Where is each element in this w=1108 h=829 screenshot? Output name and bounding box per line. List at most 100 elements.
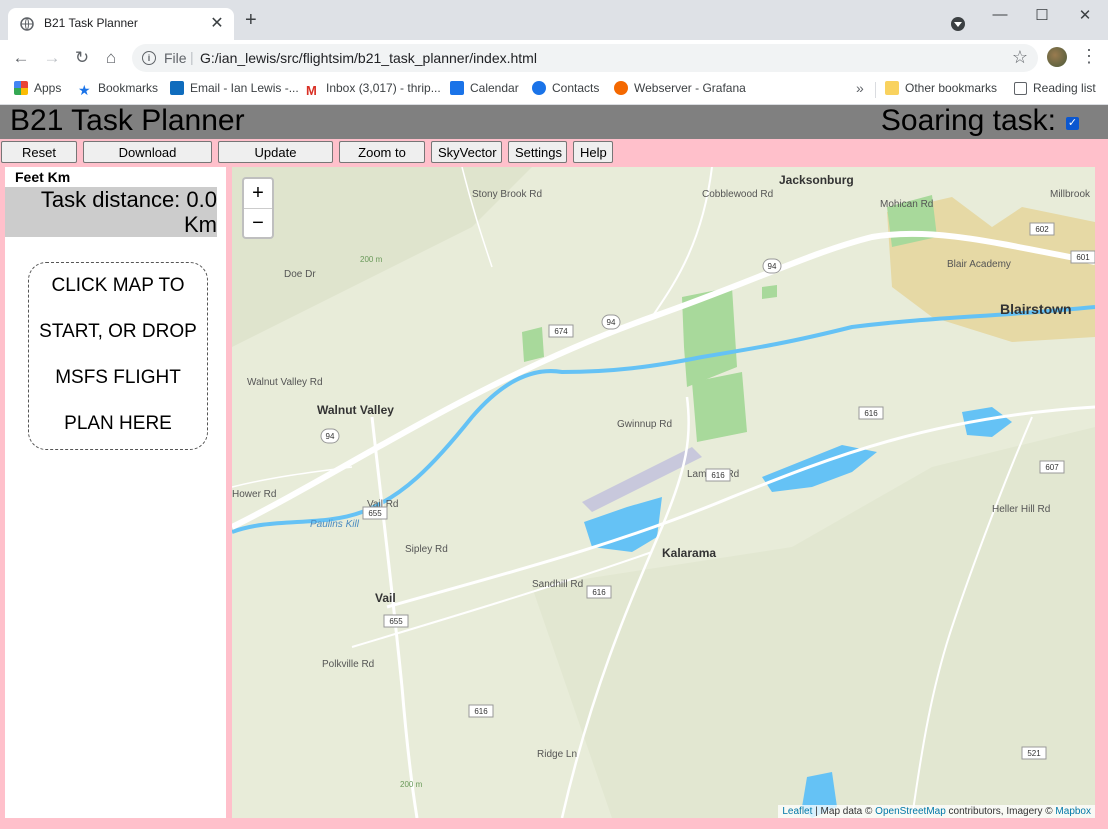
home-button[interactable]: ⌂	[101, 48, 121, 68]
profile-avatar[interactable]	[1047, 47, 1067, 67]
bookmark-star-icon[interactable]: ☆	[1012, 47, 1028, 68]
task-distance-label: Task distance: 0.0	[40, 187, 217, 212]
route-shield: 602	[1035, 225, 1049, 234]
bookmarks-divider	[875, 82, 876, 98]
route-shield: 94	[768, 262, 777, 271]
road-millbrook: Millbrook	[1050, 189, 1091, 200]
browser-toolbar: ← → ↻ ⌂ i File | G:/ian_lewis/src/flight…	[0, 40, 1108, 76]
mapbox-link[interactable]: Mapbox	[1055, 806, 1091, 817]
folder-icon	[885, 81, 899, 95]
route-shield: 94	[607, 318, 616, 327]
map-view[interactable]: Jacksonburg Blairstown Walnut Valley Kal…	[232, 167, 1095, 818]
outlook-icon	[170, 81, 184, 95]
forward-button[interactable]: →	[42, 48, 62, 68]
bookmark-other[interactable]: Other bookmarks	[885, 81, 997, 95]
road-sipley: Sipley Rd	[405, 544, 448, 555]
route-shield: 616	[711, 471, 725, 480]
task-distance: Task distance: 0.0 Km	[5, 187, 217, 237]
road-polkville: Polkville Rd	[322, 659, 374, 670]
road-mohican: Mohican Rd	[880, 199, 933, 210]
dropzone-line: MSFS FLIGHT	[55, 367, 181, 388]
dropzone-line: CLICK MAP TO	[51, 275, 185, 296]
tab-search-icon[interactable]	[951, 17, 965, 31]
help-button[interactable]: Help	[573, 141, 613, 163]
attribution-mapdata: Map data ©	[820, 806, 876, 817]
back-button[interactable]: ←	[11, 48, 31, 68]
scheme-label: File	[164, 50, 187, 66]
bookmark-contacts[interactable]: Contacts	[532, 81, 599, 95]
update-elevations-button[interactable]: Update elevations	[218, 141, 333, 180]
road-ridge-ln: Ridge Ln	[537, 749, 577, 760]
contacts-icon	[532, 81, 546, 95]
reload-button[interactable]: ↻	[72, 48, 92, 68]
place-jacksonburg: Jacksonburg	[779, 173, 854, 187]
road-cobblewood: Cobblewood Rd	[702, 189, 773, 200]
zoom-to-task-button[interactable]: Zoom to task	[339, 141, 425, 180]
task-sidebar: Feet Km Task distance: 0.0 Km CLICK MAP …	[5, 167, 226, 818]
skyvector-button[interactable]: SkyVector	[431, 141, 502, 163]
omnibox-separator: |	[190, 49, 194, 65]
leaflet-link[interactable]: Leaflet	[782, 806, 812, 817]
browser-tab[interactable]: B21 Task Planner ✕	[8, 8, 234, 40]
bookmark-bookmarks[interactable]: ★ Bookmarks	[78, 81, 158, 97]
place-blairstown: Blairstown	[1000, 301, 1072, 317]
bookmark-grafana[interactable]: Webserver - Grafana	[614, 81, 746, 95]
dropzone-line: START, OR DROP	[39, 321, 197, 342]
reading-list-icon	[1014, 82, 1027, 95]
flightplan-dropzone[interactable]: CLICK MAP TO START, OR DROP MSFS FLIGHT …	[28, 262, 208, 450]
osm-link[interactable]: OpenStreetMap	[875, 806, 946, 817]
grafana-icon	[614, 81, 628, 95]
maximize-button[interactable]: ☐	[1032, 6, 1052, 24]
bookmark-calendar[interactable]: Calendar	[450, 81, 519, 95]
tab-title: B21 Task Planner	[44, 16, 138, 30]
route-shield: 521	[1027, 749, 1041, 758]
route-shield: 655	[389, 617, 403, 626]
soaring-task-checkbox[interactable]: ✓	[1066, 117, 1079, 130]
bookmarks-overflow-icon[interactable]: »	[856, 80, 864, 96]
bookmark-email[interactable]: Email - Ian Lewis -...	[170, 81, 299, 95]
road-doe-dr: Doe Dr	[284, 269, 316, 280]
download-flightplan-button[interactable]: Download FlightPlan	[83, 141, 212, 180]
app-header: B21 Task Planner Soaring task: ✓	[0, 104, 1108, 139]
zoom-in-button[interactable]: +	[244, 179, 272, 209]
gmail-icon: M	[306, 83, 317, 98]
tab-close-icon[interactable]: ✕	[208, 13, 226, 33]
url-text[interactable]: G:/ian_lewis/src/flightsim/b21_task_plan…	[200, 50, 537, 66]
road-sandhill: Sandhill Rd	[532, 579, 583, 590]
route-shield: 607	[1045, 463, 1059, 472]
address-bar[interactable]: i File | G:/ian_lewis/src/flightsim/b21_…	[132, 44, 1038, 72]
site-info-icon[interactable]: i	[142, 51, 156, 65]
contour-label: 200 m	[360, 255, 383, 264]
apps-grid-icon	[14, 81, 28, 95]
route-shield: 601	[1076, 253, 1090, 262]
road-gwinnup: Gwinnup Rd	[617, 419, 672, 430]
bookmark-apps[interactable]: Apps	[14, 81, 61, 95]
route-shield: 655	[368, 509, 382, 518]
place-kalarama: Kalarama	[662, 546, 716, 560]
zoom-out-button[interactable]: −	[244, 209, 272, 238]
route-shield: 674	[554, 327, 568, 336]
road-walnut-valley: Walnut Valley Rd	[247, 377, 323, 388]
reset-task-button[interactable]: Reset Task	[1, 141, 77, 180]
route-shield: 616	[474, 707, 488, 716]
bookmark-inbox[interactable]: M Inbox (3,017) - thrip...	[306, 81, 441, 98]
reading-list[interactable]: Reading list	[1014, 81, 1096, 95]
place-walnut-valley: Walnut Valley	[317, 403, 394, 417]
globe-icon	[20, 17, 34, 31]
route-shield: 94	[326, 432, 335, 441]
browser-menu-icon[interactable]: ⋮	[1080, 46, 1098, 67]
route-shield: 616	[864, 409, 878, 418]
map-attribution: Leaflet | Map data © OpenStreetMap contr…	[778, 805, 1095, 818]
road-heller-hill: Heller Hill Rd	[992, 504, 1050, 515]
dropzone-line: PLAN HERE	[64, 413, 172, 434]
calendar-icon	[450, 81, 464, 95]
new-tab-button[interactable]: +	[245, 10, 257, 30]
window-close-button[interactable]: ✕	[1075, 6, 1095, 24]
settings-button[interactable]: Settings	[508, 141, 567, 163]
units-toggle[interactable]: Feet Km	[15, 169, 70, 185]
soaring-task-label: Soaring task:	[880, 104, 1056, 137]
road-hower: Hower Rd	[232, 489, 276, 500]
minimize-button[interactable]: —	[990, 6, 1010, 23]
star-icon: ★	[78, 82, 91, 98]
place-blair-academy: Blair Academy	[947, 259, 1011, 270]
